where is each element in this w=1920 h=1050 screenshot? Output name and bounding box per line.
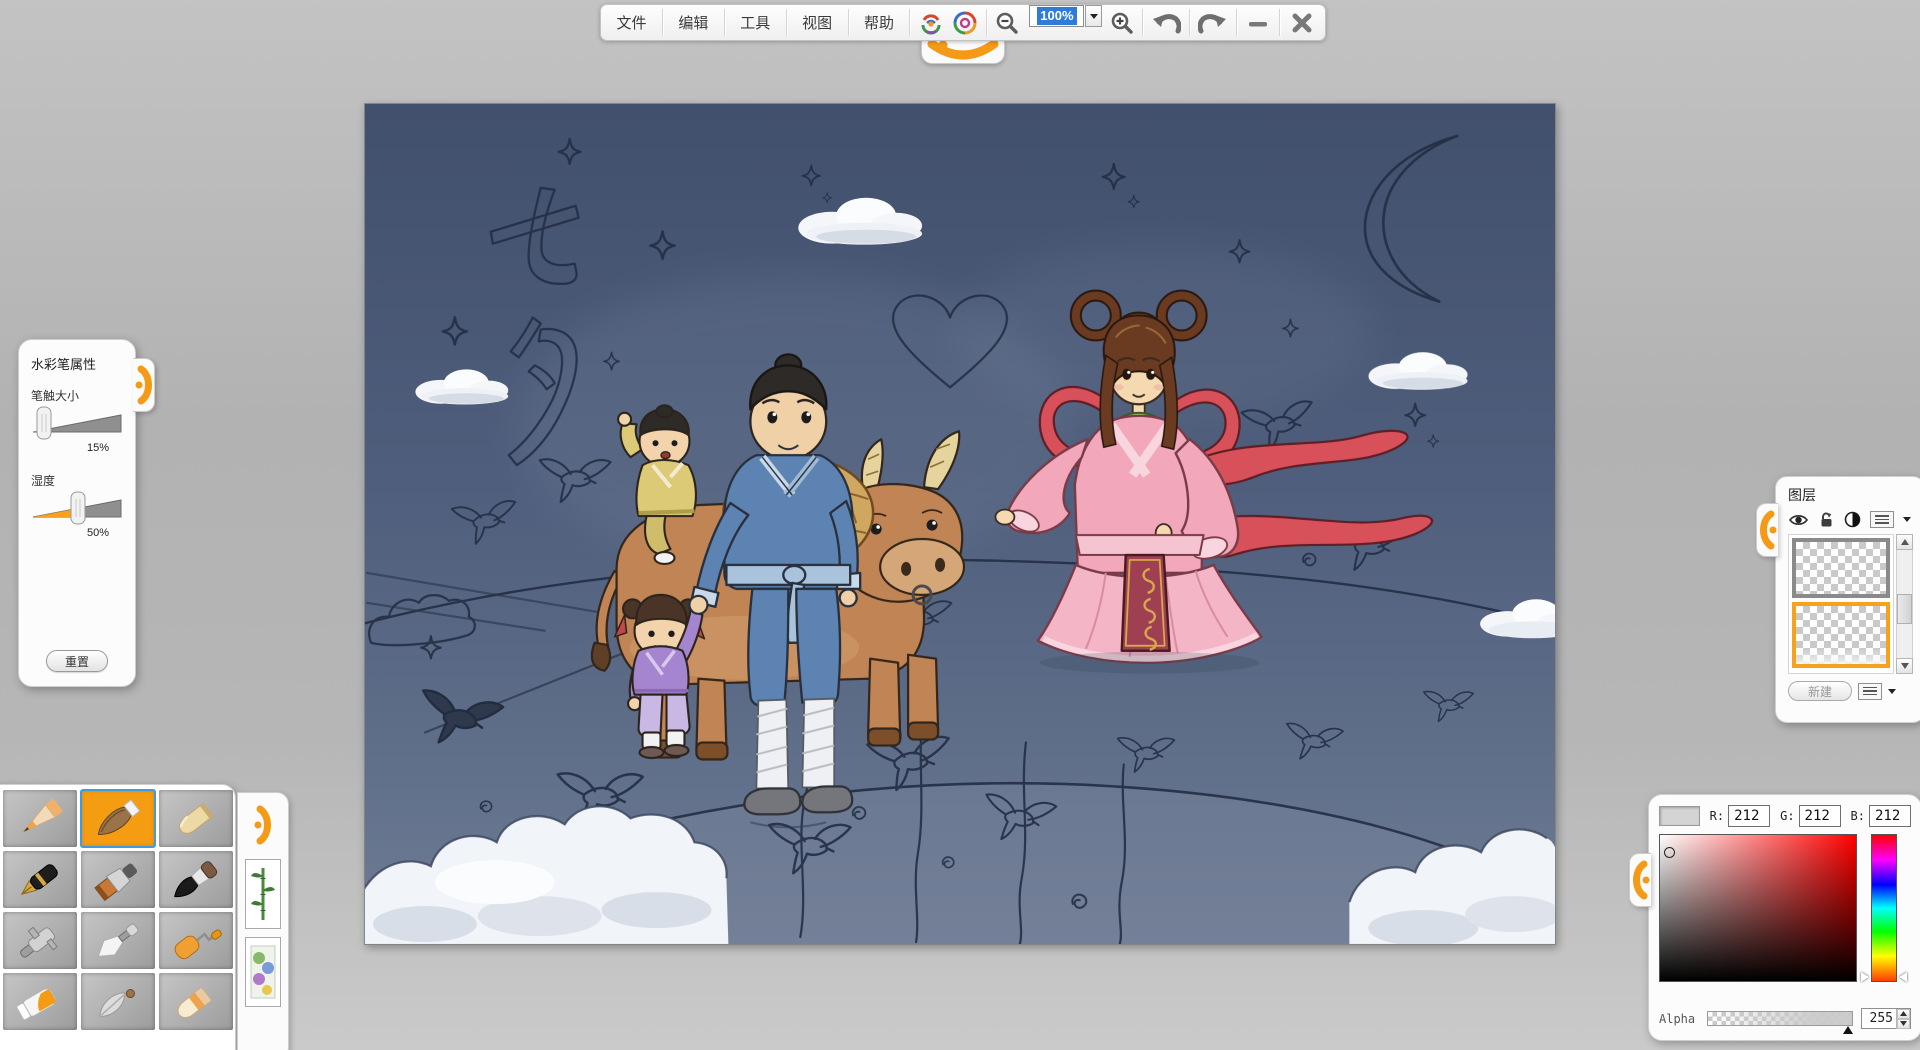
zoom-dropdown-icon[interactable] (1085, 5, 1102, 27)
red-input[interactable] (1728, 805, 1770, 827)
brush-size-slider[interactable] (31, 406, 125, 442)
drawing-canvas[interactable] (364, 103, 1556, 945)
toolbar-logo-tab[interactable] (921, 40, 1005, 64)
layer-scrollbar[interactable] (1896, 534, 1913, 674)
app-window: { "window": { "background_color": "#b8b8… (0, 0, 1920, 1050)
blue-label: B: (1851, 809, 1865, 823)
menu-tools[interactable]: 工具 (725, 5, 786, 40)
brush-wetness-slider[interactable] (31, 491, 125, 527)
bamboo-stamp-tool[interactable] (245, 859, 281, 929)
menu-help[interactable]: 帮助 (849, 5, 910, 40)
layers-panel-handle[interactable] (1756, 503, 1778, 557)
layer-row-2[interactable] (1792, 602, 1890, 668)
red-label: R: (1710, 809, 1724, 823)
scroll-up-icon[interactable] (1896, 534, 1913, 550)
zoom-out-icon[interactable] (987, 5, 1027, 40)
alpha-marker[interactable] (1843, 1026, 1853, 1034)
layer-options-icon[interactable] (1858, 683, 1882, 700)
tool-flat-brush[interactable] (81, 851, 155, 908)
contrast-icon[interactable] (1844, 511, 1861, 528)
tool-palette (0, 784, 236, 1050)
tool-airbrush[interactable] (3, 912, 77, 969)
menu-view[interactable]: 视图 (787, 5, 848, 40)
layer-menu-icon[interactable] (1870, 511, 1894, 528)
alpha-label: Alpha (1659, 1012, 1699, 1026)
rainbow-figure-icon[interactable] (910, 5, 952, 40)
zoom-in-icon[interactable] (1102, 5, 1142, 40)
pattern-stamp-tool[interactable] (245, 937, 281, 1007)
scroll-thumb[interactable] (1897, 594, 1912, 624)
brush-wetness-label: 湿度 (31, 472, 123, 489)
color-picker-panel: R: G: B: Alpha (1648, 794, 1920, 1041)
alpha-spin-down-icon[interactable] (1897, 1019, 1910, 1029)
tool-pencil[interactable] (3, 790, 77, 847)
layer-row-1[interactable] (1792, 538, 1890, 598)
layer-options-arrow-icon[interactable] (1888, 688, 1897, 695)
current-color-swatch (1659, 806, 1700, 826)
alpha-spin-up-icon[interactable] (1897, 1009, 1910, 1019)
hue-marker-left[interactable] (1861, 972, 1869, 982)
tool-palette-knife[interactable] (81, 912, 155, 969)
zoom-level-field[interactable]: 100% (1029, 5, 1084, 27)
alpha-input[interactable] (1862, 1011, 1896, 1026)
brush-panel-title: 水彩笔属性 (31, 354, 123, 373)
zoom-level-value: 100% (1037, 7, 1076, 25)
rainbow-swirl-icon[interactable] (952, 5, 986, 40)
sv-marker[interactable] (1664, 847, 1675, 858)
tool-crayon[interactable] (159, 790, 233, 847)
tool-paint-roller[interactable] (159, 912, 233, 969)
palette-handle[interactable] (252, 799, 274, 851)
tool-leaf-knife[interactable] (81, 973, 155, 1030)
brush-size-value: 15% (31, 442, 123, 454)
undo-icon[interactable] (1143, 5, 1189, 40)
tool-paint-bottle[interactable] (3, 973, 77, 1030)
layers-panel: 图层 新建 (1775, 476, 1920, 723)
tool-fountain-pen[interactable] (3, 851, 77, 908)
eye-icon[interactable] (1788, 512, 1809, 528)
brush-size-label: 笔触大小 (31, 387, 123, 404)
unlock-icon[interactable] (1818, 511, 1835, 528)
hue-bar[interactable] (1871, 834, 1897, 982)
redo-icon[interactable] (1190, 5, 1236, 40)
tool-palette-side (237, 792, 289, 1050)
brush-wetness-value: 50% (31, 527, 123, 539)
new-layer-button[interactable]: 新建 (1788, 681, 1852, 701)
green-label: G: (1780, 809, 1794, 823)
hue-marker-right[interactable] (1899, 972, 1907, 982)
tool-eraser[interactable] (159, 973, 233, 1030)
close-icon[interactable] (1280, 5, 1325, 40)
blue-input[interactable] (1869, 805, 1911, 827)
green-input[interactable] (1799, 805, 1841, 827)
brush-panel-handle[interactable] (133, 358, 155, 412)
alpha-slider[interactable] (1707, 1011, 1853, 1026)
main-toolbar: 文件 编辑 工具 视图 帮助 100% (600, 4, 1326, 41)
minimize-icon[interactable] (1237, 5, 1279, 40)
menu-file[interactable]: 文件 (601, 5, 662, 40)
tool-watercolor-brush[interactable] (81, 790, 155, 847)
color-panel-handle[interactable] (1629, 853, 1651, 907)
reset-button[interactable]: 重置 (46, 650, 108, 672)
layer-list (1788, 534, 1894, 674)
alpha-spinbox[interactable] (1861, 1008, 1911, 1029)
scroll-down-icon[interactable] (1896, 658, 1913, 674)
tool-ink-brush[interactable] (159, 851, 233, 908)
saturation-value-box[interactable] (1659, 834, 1857, 982)
layers-panel-title: 图层 (1788, 485, 1918, 505)
layer-menu-arrow-icon[interactable] (1903, 516, 1912, 523)
brush-properties-panel: 水彩笔属性 笔触大小 15% 湿度 50% 重置 (18, 339, 136, 687)
menu-edit[interactable]: 编辑 (663, 5, 724, 40)
